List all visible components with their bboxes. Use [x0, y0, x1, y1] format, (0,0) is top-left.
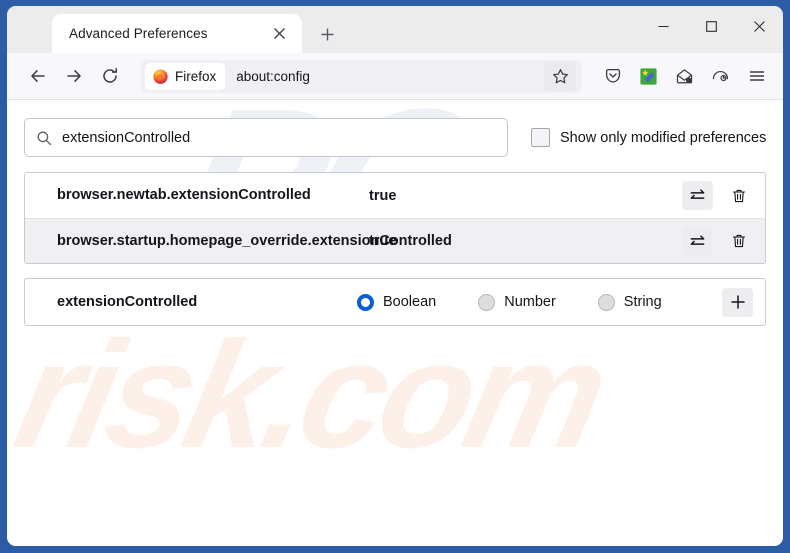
new-pref-name: extensionControlled [57, 294, 198, 310]
radio-string-label: String [623, 294, 662, 310]
type-option-number[interactable]: Number [478, 293, 556, 311]
trash-icon [731, 188, 747, 204]
hamburger-menu-icon [748, 67, 766, 85]
forward-button[interactable] [57, 59, 91, 93]
close-button[interactable] [735, 6, 783, 46]
new-tab-button[interactable] [312, 19, 342, 49]
star-icon [552, 68, 569, 85]
preferences-table: browser.newtab.extensionControlled true [24, 172, 766, 264]
pocket-icon [604, 67, 622, 85]
toggle-value-button[interactable] [682, 181, 713, 210]
pref-value: true [369, 187, 397, 204]
close-icon[interactable] [268, 23, 290, 45]
search-row: extensionControlled Show only modified p… [24, 118, 766, 157]
radio-number-label: Number [504, 294, 556, 310]
browser-window: Advanced Preferences Firefox about:confi… [7, 6, 783, 546]
radio-boolean[interactable] [357, 293, 374, 311]
tab-title: Advanced Preferences [69, 26, 208, 41]
pref-value: true [369, 233, 397, 249]
close-icon [753, 20, 766, 33]
tab-strip: Advanced Preferences [7, 6, 783, 53]
radio-boolean-label: Boolean [383, 294, 437, 310]
sync-history-icon [711, 67, 730, 86]
maximize-icon [705, 20, 718, 33]
url-text: about:config [236, 68, 310, 84]
minimize-icon [657, 20, 670, 33]
email-button[interactable] [668, 60, 701, 93]
search-input[interactable]: extensionControlled [24, 118, 508, 157]
type-option-boolean[interactable]: Boolean [357, 293, 437, 311]
extension-magic-wand-icon [639, 67, 658, 86]
window-controls [639, 6, 783, 46]
new-pref-type-group: Boolean Number String [357, 287, 753, 317]
toggle-arrows-icon [689, 233, 706, 250]
toggle-value-button[interactable] [682, 226, 713, 256]
radio-number[interactable] [478, 293, 496, 311]
browser-window-frame: Advanced Preferences Firefox about:confi… [0, 0, 790, 553]
show-modified-checkbox[interactable] [531, 128, 550, 147]
plus-icon [320, 27, 335, 42]
forward-arrow-icon [65, 67, 83, 85]
tab-advanced-preferences[interactable]: Advanced Preferences [52, 14, 302, 53]
show-modified-label: Show only modified preferences [560, 129, 767, 146]
delete-pref-button[interactable] [725, 227, 753, 255]
pref-name: browser.startup.homepage_override.extens… [57, 232, 452, 249]
radio-string[interactable] [597, 293, 615, 311]
address-bar[interactable]: Firefox about:config [141, 59, 582, 93]
trash-icon [731, 233, 747, 249]
identity-label: Firefox [175, 68, 217, 84]
search-value: extensionControlled [62, 129, 191, 146]
type-option-string[interactable]: String [597, 293, 662, 311]
back-button[interactable] [21, 59, 55, 93]
delete-pref-button[interactable] [725, 182, 753, 210]
reload-icon [101, 67, 119, 85]
firefox-logo-icon [152, 68, 169, 85]
table-row[interactable]: browser.newtab.extensionControlled true [25, 173, 765, 218]
extension-button[interactable] [632, 60, 665, 93]
reload-button[interactable] [93, 59, 127, 93]
about-config-page: extensionControlled Show only modified p… [7, 100, 783, 326]
app-menu-button[interactable] [740, 60, 773, 93]
page-content: PC risk.com extensionControlled [7, 100, 783, 546]
plus-icon [730, 294, 746, 310]
back-arrow-icon [29, 67, 47, 85]
show-modified-toggle[interactable]: Show only modified preferences [531, 128, 766, 147]
identity-chip[interactable]: Firefox [145, 62, 226, 90]
table-row[interactable]: browser.startup.homepage_override.extens… [25, 218, 765, 263]
add-pref-button[interactable] [722, 287, 753, 317]
watermark-bottom: risk.com [7, 310, 617, 480]
row-actions [682, 226, 753, 256]
toolbar-icon-group [592, 60, 773, 93]
email-icon [675, 67, 694, 86]
search-icon [36, 130, 52, 146]
maximize-button[interactable] [687, 6, 735, 46]
navigation-toolbar: Firefox about:config [7, 53, 783, 100]
add-preference-row: extensionControlled Boolean Number Strin… [24, 278, 766, 326]
toggle-arrows-icon [689, 187, 706, 204]
row-actions [682, 181, 753, 210]
pocket-button[interactable] [596, 60, 629, 93]
bookmark-button[interactable] [544, 61, 576, 91]
sync-history-button[interactable] [704, 60, 737, 93]
minimize-button[interactable] [639, 6, 687, 46]
pref-name: browser.newtab.extensionControlled [57, 187, 311, 203]
